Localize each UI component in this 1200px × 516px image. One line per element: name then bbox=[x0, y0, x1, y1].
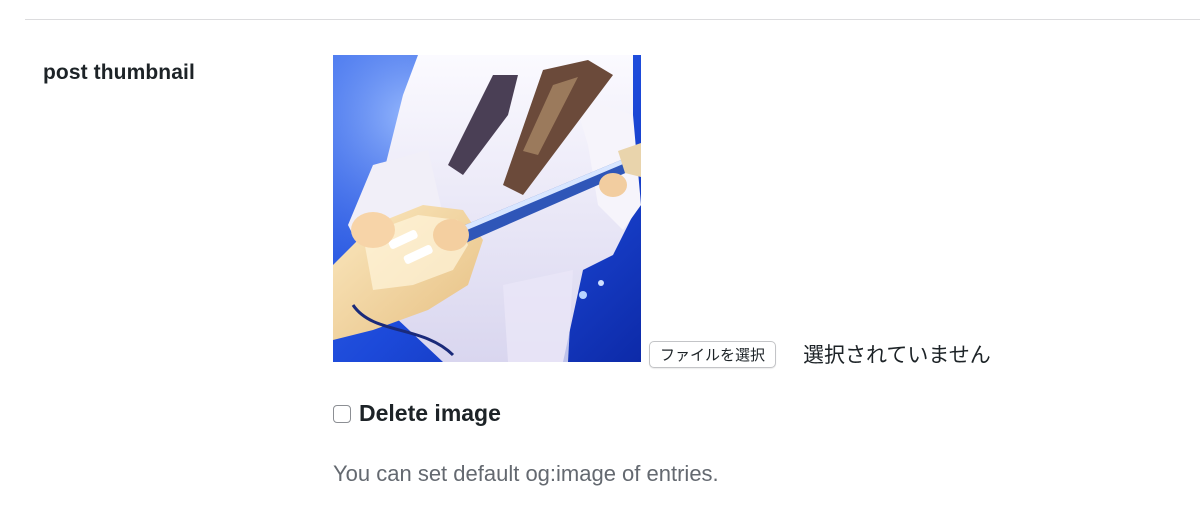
delete-image-option[interactable]: Delete image bbox=[333, 400, 501, 427]
field-label: post thumbnail bbox=[43, 61, 195, 84]
file-status-text: 選択されていません bbox=[803, 343, 991, 367]
settings-page: post thumbnail ファイルを選択 選択されていません Delete … bbox=[0, 0, 1200, 516]
delete-image-label[interactable]: Delete image bbox=[359, 400, 501, 427]
thumbnail-image bbox=[333, 55, 641, 362]
help-text: You can set default og:image of entries. bbox=[333, 461, 719, 486]
delete-image-checkbox[interactable] bbox=[333, 404, 351, 423]
section-divider bbox=[25, 19, 1200, 20]
choose-file-button[interactable]: ファイルを選択 bbox=[649, 341, 777, 368]
